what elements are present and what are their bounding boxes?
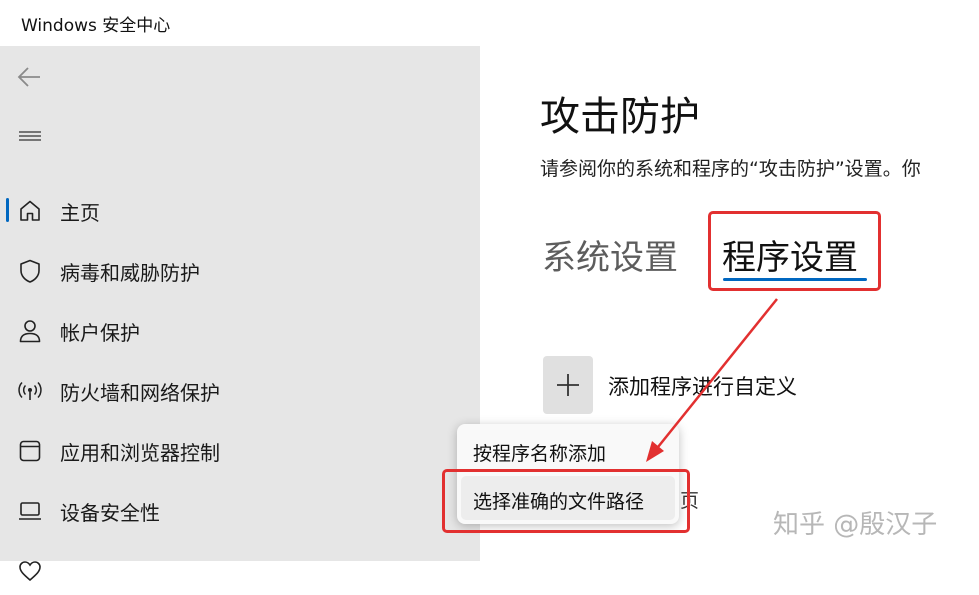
back-arrow-icon	[17, 67, 40, 87]
selected-indicator	[6, 198, 9, 222]
wifi-antenna-icon	[18, 381, 42, 400]
add-program-label[interactable]: 添加程序进行自定义	[608, 371, 797, 401]
title-bar: Windows 安全中心	[0, 0, 979, 46]
tab-system-settings[interactable]: 系统设置	[542, 230, 678, 279]
app-window-icon	[19, 440, 41, 462]
back-button[interactable]	[14, 61, 46, 93]
menu-item-add-by-name[interactable]: 按程序名称添加	[457, 428, 679, 472]
sidebar-item-home[interactable]: 主页	[0, 185, 470, 235]
add-program-button[interactable]	[543, 356, 593, 414]
sidebar-item-partial[interactable]	[0, 545, 470, 595]
laptop-icon	[19, 502, 41, 520]
sidebar-item-account-protection[interactable]: 帐户保护	[0, 305, 470, 355]
watermark: 知乎 @殷汉子	[773, 510, 938, 540]
hamburger-menu-icon	[19, 131, 41, 141]
sidebar-item-label: 防火墙和网络保护	[60, 381, 220, 405]
shield-icon	[20, 259, 40, 283]
page-description: 请参阅你的系统和程序的“攻击防护”设置。你	[540, 158, 921, 180]
menu-item-label: 按程序名称添加	[473, 443, 607, 465]
sidebar: 主页 病毒和威胁防护 帐户保护 防火墙和网络保护 应用和浏览器控制 设备安全性	[0, 46, 480, 582]
sidebar-item-label: 主页	[60, 201, 100, 225]
heart-icon	[19, 561, 41, 582]
person-icon	[19, 320, 41, 343]
sidebar-item-label: 应用和浏览器控制	[60, 441, 220, 465]
home-icon	[20, 200, 40, 221]
sidebar-item-label: 病毒和威胁防护	[60, 261, 200, 285]
sidebar-item-firewall[interactable]: 防火墙和网络保护	[0, 365, 470, 415]
page-title: 攻击防护	[540, 94, 700, 140]
window-title: Windows 安全中心	[21, 16, 171, 36]
sidebar-item-label: 帐户保护	[60, 321, 140, 345]
sidebar-item-label: 设备安全性	[60, 501, 160, 525]
annotation-highlight-tab	[708, 211, 881, 291]
sidebar-item-device-security[interactable]: 设备安全性	[0, 485, 470, 535]
sidebar-item-app-browser-control[interactable]: 应用和浏览器控制	[0, 425, 470, 475]
sidebar-item-virus-protection[interactable]: 病毒和威胁防护	[0, 245, 470, 295]
menu-button[interactable]	[14, 120, 46, 152]
plus-icon	[557, 374, 579, 396]
annotation-highlight-menu-item	[442, 469, 690, 533]
